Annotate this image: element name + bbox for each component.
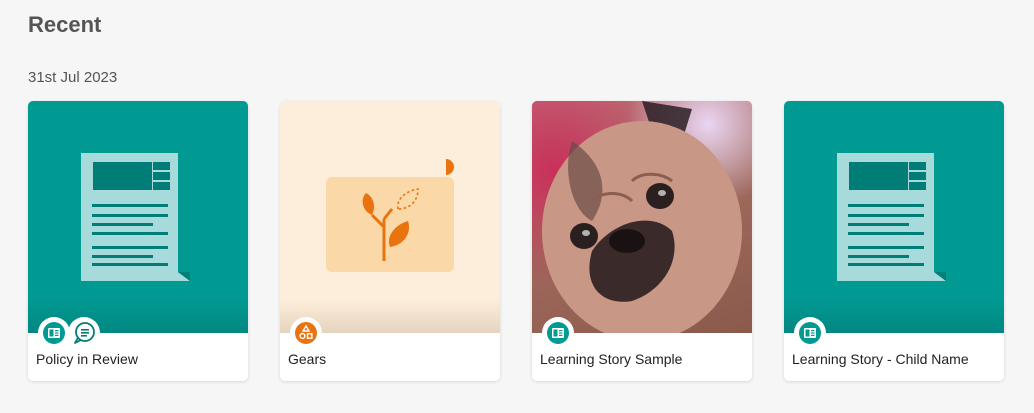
section-title: Recent: [28, 12, 102, 37]
card-policy-in-review[interactable]: Policy in Review: [28, 101, 248, 381]
card-title: Policy in Review: [36, 351, 138, 367]
pug-photo: [532, 101, 752, 333]
shapes-icon: [290, 317, 322, 349]
date-group-label: 31st Jul 2023: [28, 69, 118, 86]
document-illustration: [837, 153, 946, 281]
pug-illustration: [542, 101, 742, 333]
sprout-illustration: [326, 159, 454, 272]
document-icon: [38, 317, 70, 349]
card-learning-story-child-name[interactable]: Learning Story - Child Name: [784, 101, 1004, 381]
card-gears[interactable]: Gears: [280, 101, 500, 381]
card-learning-story-sample[interactable]: Learning Story Sample: [532, 101, 752, 381]
card-title: Learning Story Sample: [540, 351, 683, 367]
reflection-icon: [68, 317, 100, 349]
card-title: Gears: [288, 351, 327, 367]
document-illustration: [81, 153, 190, 281]
document-icon: [542, 317, 574, 349]
card-title: Learning Story - Child Name: [792, 351, 969, 367]
document-thumbnail: [784, 101, 1004, 333]
document-thumbnail: [28, 101, 248, 333]
document-icon: [794, 317, 826, 349]
sprout-thumbnail: [280, 101, 500, 333]
